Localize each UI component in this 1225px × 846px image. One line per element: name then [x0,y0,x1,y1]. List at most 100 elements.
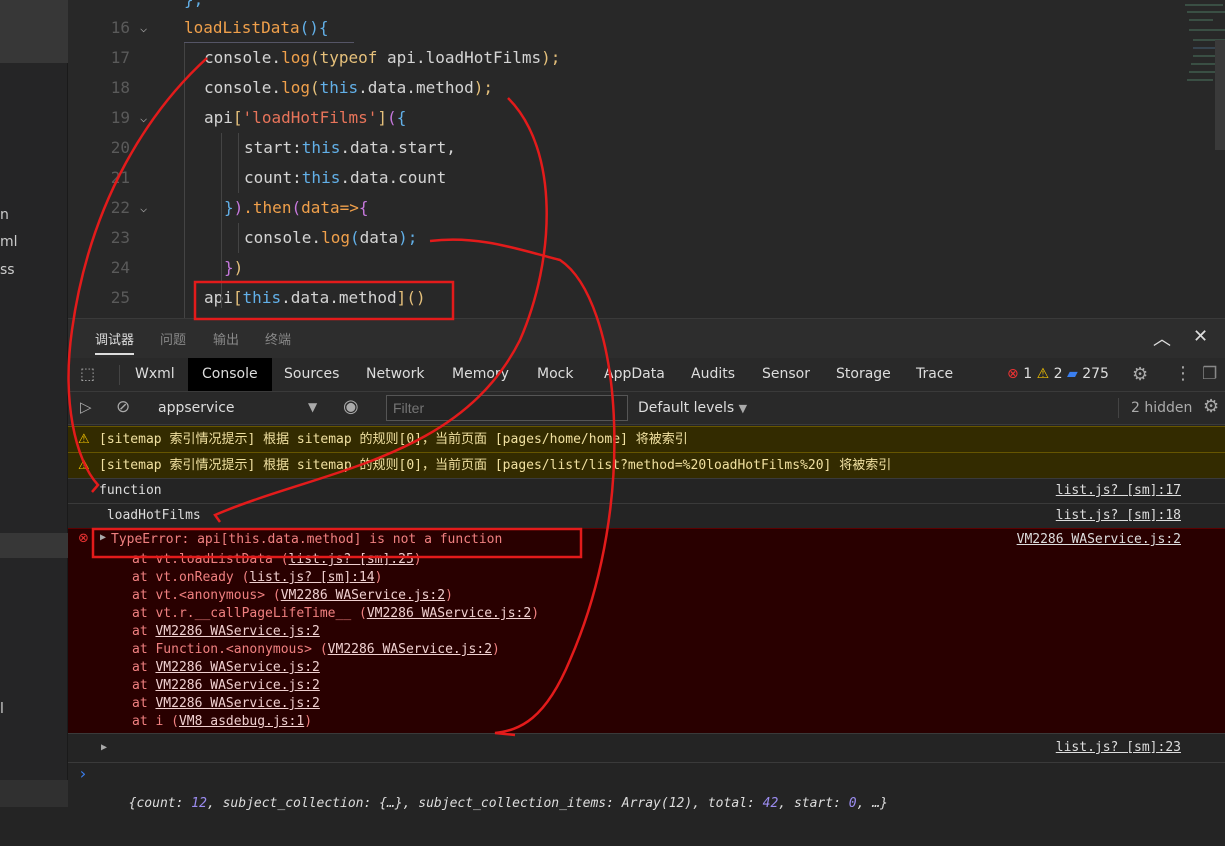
chevron-down-icon[interactable]: ▼ [308,400,317,414]
warning-text: [sitemap 索引情况提示] 根据 sitemap 的规则[0]，当前页面 … [99,432,688,447]
sidebar-highlight-row[interactable] [0,533,68,558]
stack-text: at i ( [132,714,179,729]
stack-frame: at i (VM8 asdebug.js:1) [132,713,312,731]
clear-console-icon[interactable]: ⊘ [116,397,130,417]
tab-terminal[interactable]: 终端 [265,329,291,348]
code-token: this [301,168,341,187]
stack-link[interactable]: VM2286 WAService.js:2 [155,678,319,693]
code-editor[interactable]: }; 16⌵loadListData(){17console.log(typeo… [68,0,1225,318]
tab-memory[interactable]: Memory [438,358,523,391]
stack-link[interactable]: VM2286 WAService.js:2 [328,642,492,657]
code-token: .data.start, [340,138,456,157]
stack-frame: at VM2286 WAService.js:2 [132,695,320,713]
context-select[interactable]: appservice [158,400,235,416]
console-settings-icon[interactable]: ⚙ [1203,396,1219,417]
line-number: 16 [110,18,130,37]
expand-triangle-icon[interactable]: ▶ [101,734,107,762]
console-object-log[interactable]: ▶ {count: 12, subject_collection: {…}, s… [68,733,1225,811]
dock-icon[interactable]: ❐ [1202,364,1217,384]
more-options-icon[interactable]: ⋮ [1174,363,1192,384]
sidebar-file[interactable]: ml [0,234,68,250]
stack-text: at [132,696,156,711]
stack-link[interactable]: list.js? [sm]:14 [249,570,374,585]
source-link[interactable]: list.js? [sm]:17 [1056,479,1181,503]
chevron-up-icon[interactable]: ︿ [1153,325,1171,351]
code-token: [ [232,288,243,307]
tab-network[interactable]: Network [352,358,438,391]
code-token: console. [244,228,322,247]
stack-link[interactable]: VM2286 WAService.js:2 [155,624,319,639]
tab-audits[interactable]: Audits [677,358,749,391]
code-token: ) [233,258,244,277]
code-token: ( [387,108,397,127]
settings-gear-icon[interactable]: ⚙ [1132,364,1148,385]
stack-text: ) [445,588,453,603]
tab-wxml[interactable]: Wxml [121,358,189,391]
tab-mock[interactable]: Mock [523,358,587,391]
tab-sensor[interactable]: Sensor [748,358,824,391]
stack-text: at [132,624,156,639]
line-number: 19 [110,108,130,127]
tab-output[interactable]: 输出 [213,329,239,348]
levels-dropdown[interactable]: Default levels ▼ [638,400,747,416]
stack-link[interactable]: VM2286 WAService.js:2 [155,696,319,711]
code-token: this [242,288,282,307]
code-token: this [319,78,359,97]
code-token: .data.method [358,78,474,97]
tab-problems[interactable]: 问题 [160,329,186,348]
code-token: start: [244,138,302,157]
sidebar-file[interactable]: n [0,207,68,223]
fold-chevron-icon[interactable]: ⌵ [140,193,147,223]
devtools-tabs: ⬚ Wxml Console Sources Network Memory Mo… [68,358,1225,392]
line-number: 24 [110,258,130,277]
stack-text: ) [413,552,422,567]
stack-frame: at VM2286 WAService.js:2 [132,677,320,695]
stack-link[interactable]: list.js? [sm]:25 [289,552,414,567]
code-token: } [224,258,234,277]
sidebar-file[interactable]: l [0,701,68,717]
sidebar-file[interactable]: ss [0,262,68,278]
stack-link[interactable]: VM2286 WAService.js:2 [367,606,531,621]
filter-input[interactable] [386,395,628,421]
console-counts[interactable]: ⊗ 1 ⚠ 2 ▰ 275 [1007,366,1109,382]
tab-trace[interactable]: Trace [902,358,967,391]
console-prompt[interactable]: › [68,762,1225,784]
editor-scrollbar[interactable] [1215,40,1225,150]
code-token: api [204,108,233,127]
stack-text: ) [492,642,500,657]
code-token: ( [291,198,302,217]
stack-text: at [132,660,156,675]
code-token: .data.count [340,168,447,187]
source-link[interactable]: list.js? [sm]:23 [1056,734,1181,762]
stack-text: ) [374,570,383,585]
tab-appdata[interactable]: AppData [590,358,679,391]
code-token: [ [232,108,243,127]
stack-link[interactable]: VM2286 WAService.js:2 [155,660,319,675]
sidebar-toggle-icon[interactable]: ▷ [80,398,92,416]
object-preview[interactable]: {count: 12, subject_collection: {…}, sub… [129,796,888,811]
hidden-count: 2 hidden [1131,400,1193,416]
error-icon: ⊗ [78,531,89,546]
fold-chevron-icon[interactable]: ⌵ [140,103,147,133]
stack-text: at [132,678,156,693]
fold-chevron-icon[interactable]: ⌵ [140,13,147,43]
sidebar-selected-item[interactable] [0,0,68,63]
source-link[interactable]: list.js? [sm]:18 [1056,504,1181,528]
warning-count: 2 [1053,366,1063,382]
inspect-element-icon[interactable]: ⬚ [80,364,95,383]
stack-link[interactable]: VM2286 WAService.js:2 [281,588,445,603]
message-count: 275 [1082,366,1109,382]
close-icon[interactable]: ✕ [1193,326,1208,347]
log-text: function [99,483,162,498]
line-number: 20 [110,138,130,157]
tab-sources[interactable]: Sources [270,358,353,391]
tab-debugger[interactable]: 调试器 [95,329,135,355]
source-link[interactable]: VM2286 WAService.js:2 [1017,532,1181,547]
tab-storage[interactable]: Storage [822,358,905,391]
code-token: .data.method [281,288,397,307]
code-token: loadListData [184,18,300,37]
expand-triangle-icon[interactable]: ▶ [100,532,106,543]
eye-icon[interactable]: ◉ [343,396,359,417]
tab-console[interactable]: Console [188,358,272,391]
stack-link[interactable]: VM8 asdebug.js:1 [179,714,304,729]
